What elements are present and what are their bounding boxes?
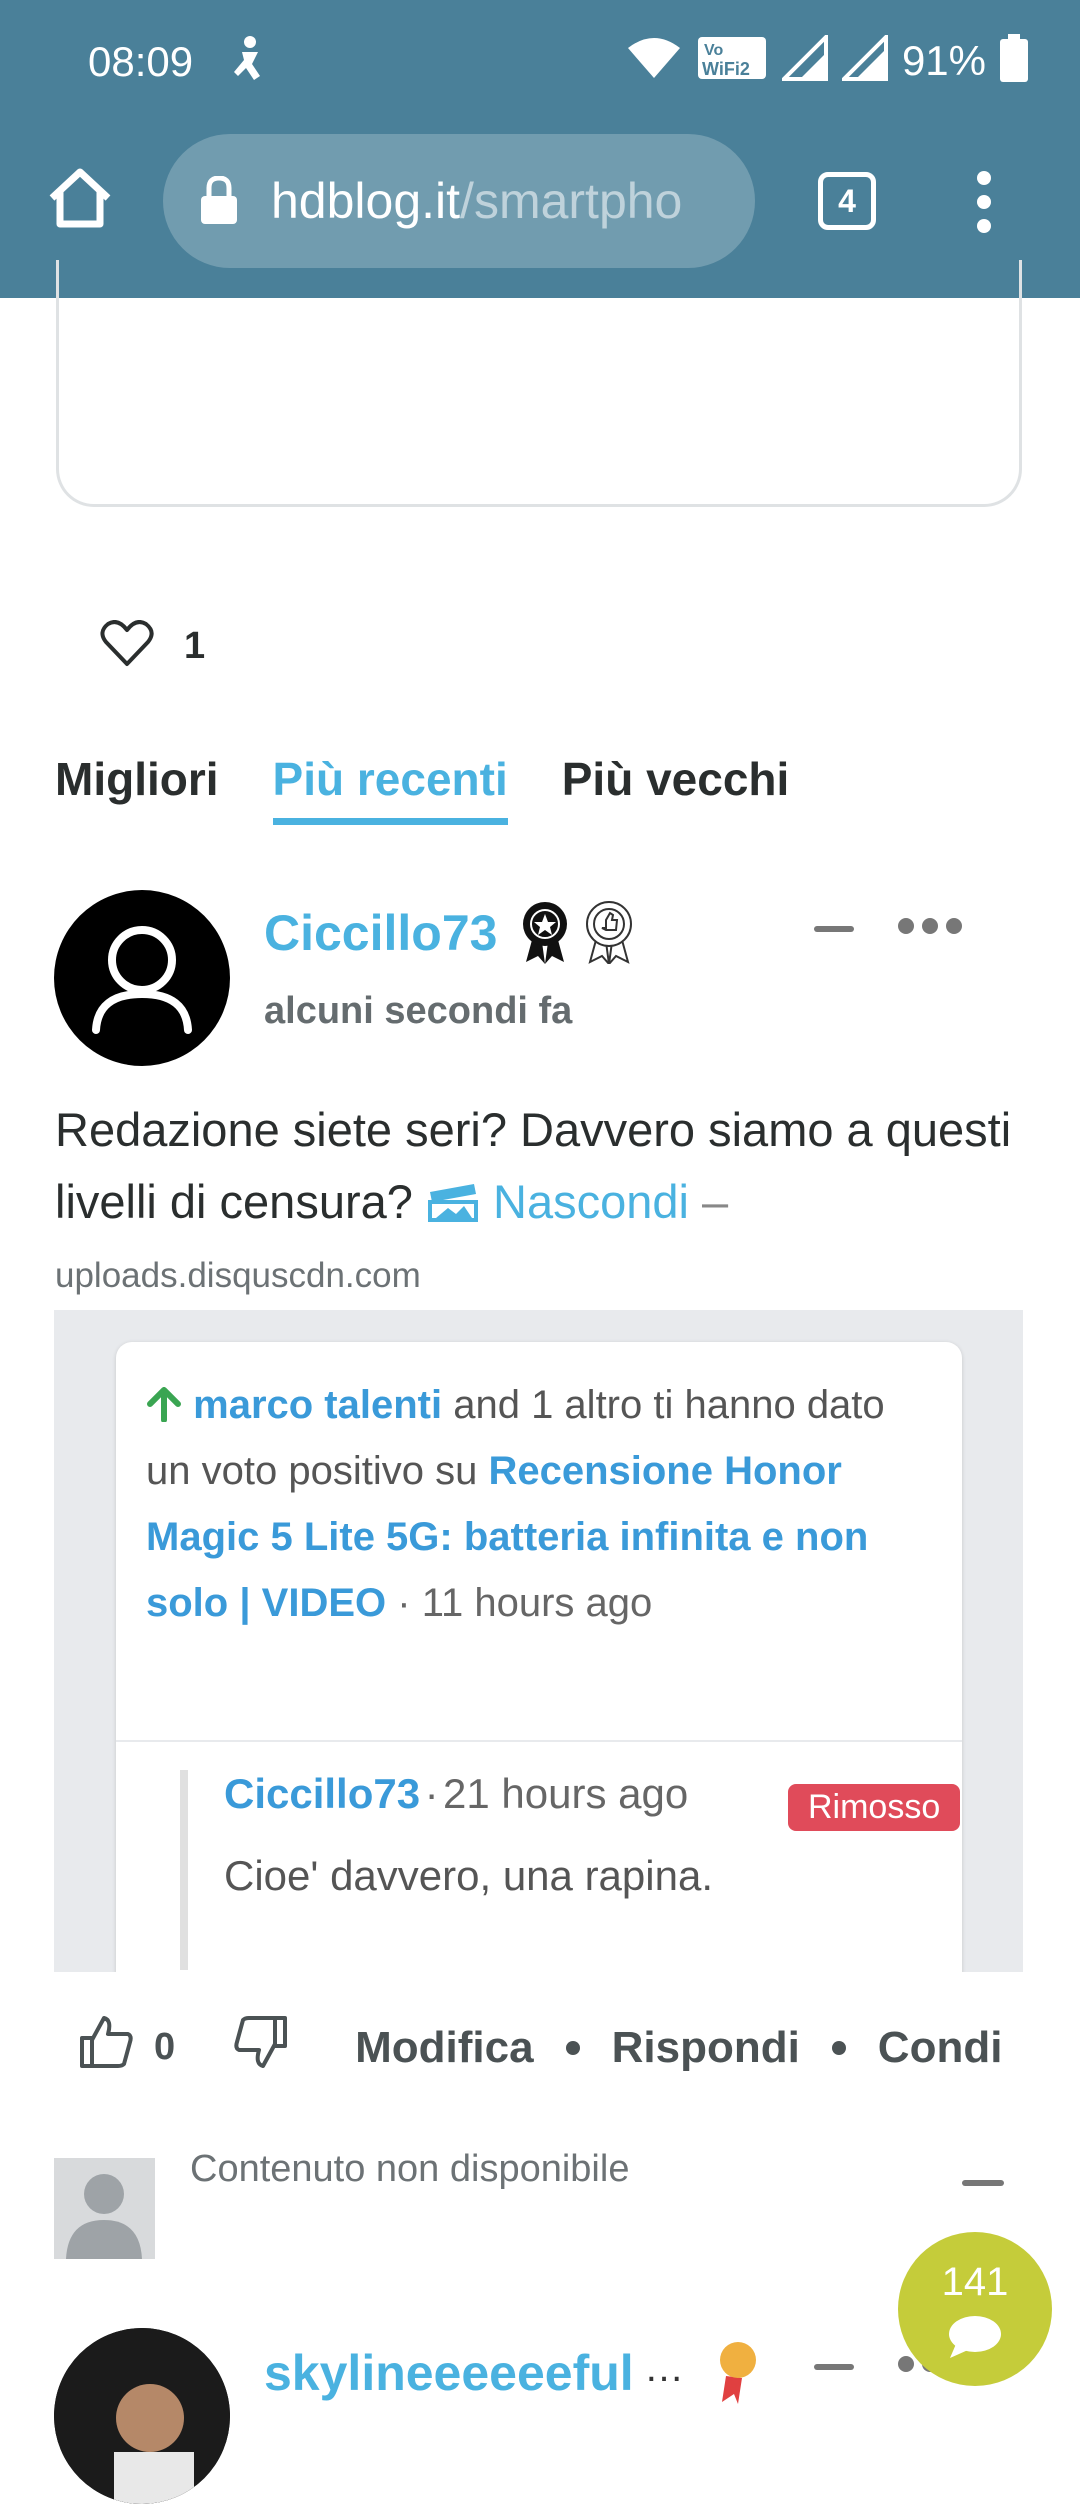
- embedded-content-box: [56, 260, 1022, 507]
- home-button[interactable]: [44, 162, 116, 234]
- tab-newest[interactable]: Più recenti: [272, 752, 508, 825]
- battery-icon: [1000, 34, 1028, 87]
- quoted-comment: Ciccillo73 · 21 hours ago Rimosso Cioe' …: [180, 1770, 984, 1970]
- hide-image-link[interactable]: Nascondi: [493, 1175, 689, 1228]
- comment-author[interactable]: Ciccillo73: [264, 904, 497, 962]
- tab-best[interactable]: Migliori: [55, 752, 219, 825]
- svg-text:WiFi2: WiFi2: [702, 59, 750, 79]
- tab-oldest[interactable]: Più vecchi: [562, 752, 790, 825]
- upvote-button[interactable]: [78, 2014, 134, 2081]
- vowifi-icon: Vo WiFi2: [696, 35, 768, 86]
- tab-switcher-button[interactable]: 4: [818, 172, 876, 230]
- share-link[interactable]: Condi: [878, 2023, 1003, 2073]
- post-like-row[interactable]: 1: [100, 620, 205, 673]
- collapse-button[interactable]: [814, 926, 854, 932]
- battery-percent: 91%: [901, 36, 986, 84]
- thumbs-badge-icon: [582, 900, 636, 969]
- hide-image-icon[interactable]: [426, 1175, 493, 1228]
- comment-count-button[interactable]: 141: [898, 2232, 1052, 2386]
- author-overflow-ellipsis: …: [644, 2346, 684, 2390]
- comment-image[interactable]: marco talenti and 1 altro ti hanno dato …: [54, 1310, 1023, 1972]
- collapse-button[interactable]: [962, 2180, 1004, 2186]
- edit-link[interactable]: Modifica: [355, 2023, 533, 2073]
- avatar[interactable]: [54, 2328, 230, 2504]
- like-count: 1: [184, 625, 206, 667]
- comment-author[interactable]: skylineeeeeeful: [264, 2344, 634, 2402]
- comment-sort-tabs: Migliori Più recenti Più vecchi: [55, 752, 789, 825]
- avatar[interactable]: [54, 890, 230, 1066]
- up-arrow-icon: [146, 1383, 193, 1427]
- reply-link[interactable]: Rispondi: [612, 2023, 800, 2073]
- author-badges: [518, 900, 636, 969]
- notification-text: marco talenti and 1 altro ti hanno dato …: [146, 1372, 906, 1636]
- accessibility-icon: [228, 34, 268, 87]
- separator-dot: [831, 2040, 846, 2055]
- url-bar[interactable]: hdblog.it/smartpho: [163, 134, 755, 268]
- voters-link: marco talenti: [193, 1383, 443, 1427]
- thumbs-down-icon: [234, 2016, 288, 2068]
- more-options-button[interactable]: [898, 918, 962, 934]
- collapse-button[interactable]: [814, 2364, 854, 2370]
- unavailable-content-label: Contenuto non disponibile: [190, 2148, 630, 2190]
- separator-dot: [565, 2040, 580, 2055]
- notification-age: 11 hours ago: [421, 1581, 653, 1625]
- signal-icon: [779, 32, 828, 86]
- medal-badge-icon: [718, 2340, 758, 2409]
- quoted-time: 21 hours ago: [443, 1770, 689, 1817]
- upvote-count: 0: [154, 2026, 176, 2068]
- user-photo-avatar: [54, 2328, 230, 2504]
- person-silhouette-icon: [66, 2174, 142, 2259]
- comment-timestamp[interactable]: alcuni secondi fa: [264, 990, 572, 1033]
- user-avatar-icon: [92, 926, 192, 1034]
- svg-text:Vo: Vo: [704, 42, 723, 59]
- award-badge-icon: [518, 900, 572, 969]
- overflow-menu-button[interactable]: [968, 166, 1000, 238]
- thumbs-up-icon: [80, 2016, 133, 2068]
- divider: [116, 1740, 962, 1742]
- status-bar: 08:09 Vo WiFi2 91%: [0, 0, 1080, 125]
- url-path: /smartpho: [460, 173, 683, 229]
- url-text: hdblog.it/smartpho: [271, 172, 682, 230]
- url-domain: hdblog.it: [271, 173, 461, 229]
- separator-dot: ·: [397, 1581, 411, 1625]
- downvote-button[interactable]: [233, 2014, 289, 2081]
- comment-body: Redazione siete seri? Davvero siamo a qu…: [55, 1094, 1035, 1238]
- speech-bubble-icon: [948, 2314, 1002, 2363]
- link-separator: –: [702, 1175, 729, 1228]
- comment-count: 141: [941, 2260, 1009, 2304]
- comment-actions: 0 Modifica Rispondi Condi: [78, 2014, 1002, 2081]
- browser-toolbar: hdblog.it/smartpho 4: [0, 134, 1080, 274]
- removed-badge: Rimosso: [788, 1784, 961, 1831]
- wifi-icon: [626, 36, 682, 85]
- signal-icon: [839, 32, 888, 86]
- status-icons: Vo WiFi2 91%: [626, 32, 1028, 87]
- lock-icon: [199, 175, 239, 229]
- browser-top-bar: 08:09 Vo WiFi2 91% hdblog.it/smartpho 4: [0, 0, 1080, 298]
- quoted-author: Ciccillo73: [224, 1770, 421, 1817]
- notification-card: marco talenti and 1 altro ti hanno dato …: [116, 1342, 962, 1972]
- quoted-text: Cioe' davvero, una rapina.: [224, 1852, 713, 1899]
- quoted-time-sep: ·: [424, 1770, 439, 1817]
- home-icon: [49, 168, 111, 228]
- status-time: 08:09: [88, 38, 194, 85]
- heart-icon[interactable]: [100, 620, 154, 673]
- kebab-menu-icon: [977, 171, 991, 233]
- image-source-domain[interactable]: uploads.disquscdn.com: [55, 1256, 421, 1296]
- placeholder-avatar: [54, 2158, 155, 2259]
